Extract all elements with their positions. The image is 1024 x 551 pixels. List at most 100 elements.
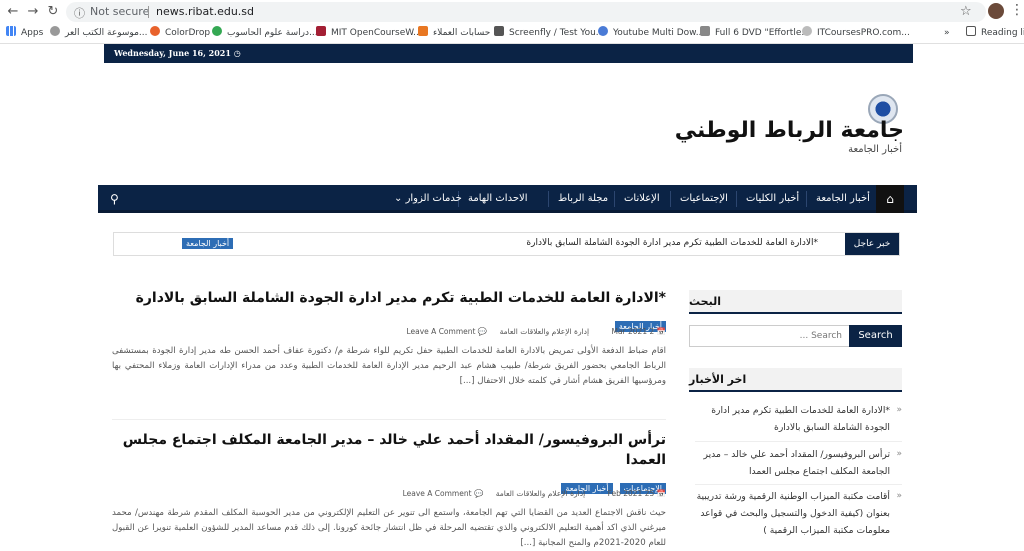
address-bar[interactable]: ⓘ Not secure news.ribat.edu.sd <box>66 2 986 22</box>
nav-item-announcements[interactable]: الإعلانات <box>624 185 660 213</box>
post-excerpt: اقام ضباط الدفعة الأولى تمريض بالادارة ا… <box>112 346 666 386</box>
post-meta: 📅 25 Feb 2021 إدارة الإعلام والعلاقات ال… <box>112 488 666 500</box>
firefox-icon <box>150 26 160 36</box>
avatar[interactable] <box>988 3 1004 19</box>
more-bookmarks-icon[interactable]: » <box>944 24 950 42</box>
ticker-category-badge[interactable]: أخبار الجامعة <box>182 238 234 249</box>
date-text: Wednesday, June 16, 2021 <box>114 48 231 58</box>
search-button[interactable]: Search <box>849 325 902 347</box>
bookmark-apps[interactable]: Apps <box>6 24 43 42</box>
comment-text: Leave A Comment <box>406 327 476 336</box>
web-page: Wednesday, June 16, 2021 ◷ f t ▶ G+ جامع… <box>0 44 1024 548</box>
forward-icon[interactable]: → <box>24 3 42 21</box>
nav-item-visitor-services[interactable]: خدمات الزوار ⌄ <box>394 185 462 213</box>
home-icon[interactable]: ⌂ <box>876 185 904 213</box>
post-categories: أخبار الجامعة <box>112 314 666 332</box>
ticker-text[interactable]: *الادارة العامة للخدمات الطبية تكرم مدير… <box>222 238 818 248</box>
nav-item-colleges-news[interactable]: أخبار الكليات <box>746 185 799 213</box>
bookmark-item[interactable]: Screenfly / Test You... <box>494 24 604 42</box>
nav-item-label: خدمات الزوار <box>405 193 462 204</box>
post-categories: الإجتماعيات أخبار الجامعة <box>112 476 666 494</box>
chevron-icon: « <box>896 449 902 459</box>
breaking-news-ticker: ➜ ← *الادارة العامة للخدمات الطبية تكرم … <box>113 232 900 256</box>
bookmark-item[interactable]: موسوعة الكتب العر... <box>50 24 148 42</box>
bookmark-label: ITCoursesPRO.com... <box>817 28 910 38</box>
post-author[interactable]: إدارة الإعلام والعلاقات العامة <box>500 327 590 336</box>
search-input[interactable]: Search ... <box>689 325 851 347</box>
comment-link[interactable]: 💬 Leave A Comment <box>393 489 484 498</box>
mit-icon <box>316 26 326 36</box>
bookmark-item[interactable]: Full 6 DVD "Effortle... <box>700 24 810 42</box>
bookmark-icon <box>418 26 428 36</box>
bookmark-label: Full 6 DVD "Effortle... <box>715 28 810 38</box>
post-author[interactable]: إدارة الإعلام والعلاقات العامة <box>496 489 586 498</box>
bookmark-icon <box>598 26 608 36</box>
site-title[interactable]: جامعة الرباط الوطني <box>675 118 904 143</box>
date-text: 25 Feb 2021 <box>607 489 655 498</box>
bookmark-label: Apps <box>21 28 44 38</box>
comment-text: Leave A Comment <box>402 489 472 498</box>
bookmark-label: Youtube Multi Dow... <box>613 28 705 38</box>
chevron-icon: « <box>896 491 902 501</box>
latest-news-item[interactable]: « أقامت مكتبة الميزاب الوطنية الرقمية ورش… <box>695 488 902 539</box>
date-label: Wednesday, June 16, 2021 ◷ <box>114 48 241 58</box>
bookmark-item[interactable]: Youtube Multi Dow... <box>598 24 704 42</box>
divider <box>112 419 666 420</box>
post-date: 📅 2 Mar 2021 <box>611 327 666 336</box>
latest-news-item[interactable]: « *الادارة العامة للخدمات الطبية تكرم مدي… <box>695 402 902 436</box>
latest-news-item[interactable]: « ترأس البروفيسور/ المقداد أحمد علي خالد … <box>695 446 903 480</box>
latest-news-text: *الادارة العامة للخدمات الطبية تكرم مدير… <box>711 405 890 433</box>
bookmarks-bar: Apps موسوعة الكتب العر... ColorDrop دراس… <box>0 24 1024 42</box>
post-card: ترأس البروفيسور/ المقداد أحمد علي خالد –… <box>112 430 666 551</box>
bookmark-icon <box>212 26 222 36</box>
post-date: 📅 25 Feb 2021 <box>607 489 666 498</box>
post-excerpt: حيث ناقش الاجتماع العديد من القضايا التي… <box>112 508 666 548</box>
nav-item-important-events[interactable]: الاحداث الهامة <box>468 185 527 213</box>
url-text[interactable]: news.ribat.edu.sd <box>156 5 254 18</box>
divider <box>695 441 902 442</box>
chevron-down-icon: ⌄ <box>394 193 403 204</box>
twitter-icon[interactable]: t <box>966 47 970 57</box>
reload-icon[interactable]: ↻ <box>44 3 62 21</box>
comment-link[interactable]: 💬 Leave A Comment <box>396 327 487 336</box>
search-widget-title: البحث <box>689 290 902 314</box>
globe-icon <box>802 26 812 36</box>
bookmark-item[interactable]: MIT OpenCourseW... <box>316 24 422 42</box>
post-title[interactable]: ترأس البروفيسور/ المقداد أحمد علي خالد –… <box>112 430 666 470</box>
divider <box>548 191 549 207</box>
nav-item-university-news[interactable]: أخبار الجامعة <box>816 185 870 213</box>
bookmark-label: Screenfly / Test You... <box>509 28 605 38</box>
divider <box>670 191 671 207</box>
facebook-icon[interactable]: f <box>952 47 956 57</box>
globe-icon <box>50 26 60 36</box>
site-subtitle: أخبار الجامعة <box>848 144 902 155</box>
divider <box>736 191 737 207</box>
reading-list-button[interactable]: Reading list <box>966 24 1024 42</box>
youtube-icon[interactable]: ▶ <box>980 47 987 57</box>
bookmark-item[interactable]: ColorDrop <box>150 24 210 42</box>
search-icon[interactable]: ⚲ <box>110 192 119 206</box>
top-bar: Wednesday, June 16, 2021 ◷ f t ▶ G+ <box>104 44 1009 63</box>
reading-list-label: Reading list <box>981 28 1024 38</box>
nav-item-social[interactable]: الإجتماعيات <box>680 185 728 213</box>
bookmark-star-icon[interactable]: ☆ <box>960 4 972 19</box>
bookmark-item[interactable]: ITCoursesPRO.com... <box>802 24 910 42</box>
menu-icon[interactable]: ⋮ <box>1010 2 1024 18</box>
latest-news-text: أقامت مكتبة الميزاب الوطنية الرقمية ورشة… <box>696 491 890 536</box>
bookmark-label: MIT OpenCourseW... <box>331 28 422 38</box>
latest-news-text: ترأس البروفيسور/ المقداد أحمد علي خالد –… <box>703 449 891 477</box>
divider <box>614 191 615 207</box>
divider <box>695 484 902 485</box>
breaking-news-label: خبر عاجل <box>845 233 899 255</box>
browser-chrome: ← → ↻ ⓘ Not secure news.ribat.edu.sd ☆ ⋮… <box>0 0 1024 44</box>
bookmark-item[interactable]: حسابات العملاء <box>418 24 490 42</box>
info-icon[interactable]: ⓘ <box>74 5 85 21</box>
post-card: *الادارة العامة للخدمات الطبية تكرم مدير… <box>112 288 666 389</box>
google-plus-icon[interactable]: G+ <box>994 47 1009 57</box>
nav-item-ribat-magazine[interactable]: مجلة الرباط <box>558 185 608 213</box>
reading-list-icon <box>966 26 976 36</box>
post-title[interactable]: *الادارة العامة للخدمات الطبية تكرم مدير… <box>112 288 666 308</box>
main-navigation: أخبار الجامعة أخبار الكليات الإجتماعيات … <box>98 185 917 213</box>
bookmark-item[interactable]: دراسة علوم الحاسوب... <box>212 24 318 42</box>
back-icon[interactable]: ← <box>4 3 22 21</box>
